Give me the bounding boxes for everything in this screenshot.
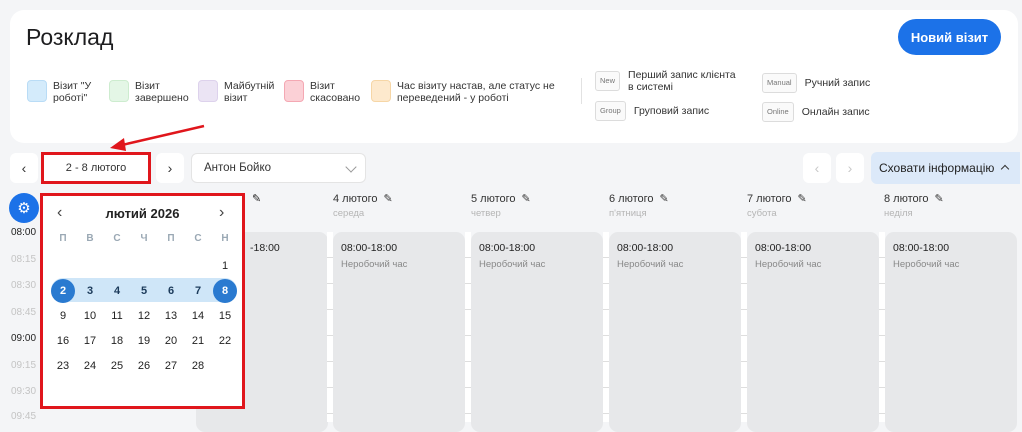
day-header-wed: 4 лютого ✎ середа bbox=[333, 193, 393, 219]
calendar-day[interactable]: 22 bbox=[212, 330, 238, 352]
legend-swatch bbox=[109, 80, 129, 102]
chevron-up-icon bbox=[1000, 164, 1010, 174]
calendar-day[interactable]: 6 bbox=[158, 280, 184, 302]
tag-online: Online Онлайн запис bbox=[762, 102, 870, 122]
calendar-day[interactable]: 10 bbox=[77, 305, 103, 327]
calendar-day[interactable]: 20 bbox=[158, 330, 184, 352]
weekday-label: П bbox=[167, 233, 175, 244]
chevron-left-icon: ‹ bbox=[21, 160, 27, 176]
time-label: 09:15 bbox=[11, 360, 37, 371]
legend-swatch bbox=[284, 80, 304, 102]
pencil-icon[interactable]: ✎ bbox=[522, 193, 531, 205]
calendar-day[interactable]: 13 bbox=[158, 305, 184, 327]
pencil-icon[interactable]: ✎ bbox=[660, 193, 669, 205]
calendar-day[interactable]: 9 bbox=[50, 305, 76, 327]
day-header-fri: 6 лютого ✎ п'ятниця bbox=[609, 193, 669, 219]
day-header-sun: 8 лютого ✎ неділя bbox=[884, 193, 944, 219]
legend-cancelled: Візит скасовано bbox=[284, 80, 366, 104]
chevron-down-icon bbox=[345, 161, 357, 173]
tag-group: Group Груповий запис bbox=[595, 101, 709, 121]
calendar-day[interactable]: 18 bbox=[104, 330, 130, 352]
calendar-day[interactable]: 7 bbox=[185, 280, 211, 302]
day-column-sat[interactable]: 08:00-18:00 Неробочий час bbox=[747, 232, 879, 432]
legend-overdue: Час візиту настав, але статус не перевед… bbox=[371, 80, 557, 104]
next-week-button[interactable]: › bbox=[156, 153, 184, 183]
date-range-picker[interactable]: 2 - 8 лютого bbox=[41, 152, 151, 184]
calendar-day[interactable]: 3 bbox=[77, 280, 103, 302]
legend-completed: Візит завершено bbox=[109, 80, 195, 104]
day-column-thu[interactable]: 08:00-18:00 Неробочий час bbox=[471, 232, 603, 432]
calendar-day[interactable]: 25 bbox=[104, 355, 130, 377]
legend-future: Майбутній візит bbox=[198, 80, 280, 104]
pencil-icon[interactable]: ✎ bbox=[935, 193, 944, 205]
time-label: 08:15 bbox=[11, 254, 37, 265]
calendar-day[interactable]: 16 bbox=[50, 330, 76, 352]
calendar-popover: ‹ лютий 2026 › П В С Ч П С Н 1 2 3 4 5 6 7 8 9 10… bbox=[40, 193, 245, 409]
legend-swatch bbox=[198, 80, 218, 102]
day-header-thu: 5 лютого ✎ четвер bbox=[471, 193, 531, 219]
annotation-arrow-icon bbox=[110, 124, 205, 151]
weekday-label: Ч bbox=[140, 233, 148, 244]
legend-in-progress: Візит "У роботі" bbox=[27, 80, 103, 104]
calendar-day[interactable]: 24 bbox=[77, 355, 103, 377]
prev-week-button[interactable]: ‹ bbox=[10, 153, 38, 183]
chevron-right-icon: › bbox=[847, 160, 853, 176]
legend-divider bbox=[581, 78, 582, 104]
legend-swatch bbox=[27, 80, 47, 102]
tag-new: New Перший запис клієнта в системі bbox=[595, 69, 743, 93]
calendar-day[interactable]: 27 bbox=[158, 355, 184, 377]
hide-info-button[interactable]: Сховати інформацію bbox=[871, 152, 1020, 184]
time-label: 08:45 bbox=[11, 307, 37, 318]
time-label: 09:00 bbox=[11, 333, 37, 344]
calendar-day[interactable]: 23 bbox=[50, 355, 76, 377]
calendar-day[interactable]: 21 bbox=[185, 330, 211, 352]
chevron-left-icon: ‹ bbox=[814, 160, 820, 176]
weekday-label: С bbox=[113, 233, 121, 244]
calendar-day[interactable]: 5 bbox=[131, 280, 157, 302]
time-label: 09:45 bbox=[11, 411, 37, 422]
calendar-month-title: лютий 2026 bbox=[105, 206, 180, 221]
calendar-day[interactable]: 8 bbox=[213, 279, 237, 303]
calendar-day[interactable]: 19 bbox=[131, 330, 157, 352]
calendar-day[interactable]: 2 bbox=[51, 279, 75, 303]
chevron-right-icon: › bbox=[167, 160, 173, 176]
calendar-day[interactable]: 12 bbox=[131, 305, 157, 327]
calendar-day[interactable]: 28 bbox=[185, 355, 211, 377]
day-header-sat: 7 лютого ✎ субота bbox=[747, 193, 807, 219]
calendar-day[interactable]: 4 bbox=[104, 280, 130, 302]
legend-swatch bbox=[371, 80, 391, 102]
day-column-fri[interactable]: 08:00-18:00 Неробочий час bbox=[609, 232, 741, 432]
doctor-select-value: Антон Бойко bbox=[204, 162, 272, 174]
page-title: Розклад bbox=[26, 24, 114, 50]
scroll-left-button[interactable]: ‹ bbox=[803, 153, 831, 183]
weekday-label: П bbox=[59, 233, 67, 244]
time-label: 09:30 bbox=[11, 386, 37, 397]
calendar-day[interactable]: 14 bbox=[185, 305, 211, 327]
settings-gear-icon[interactable]: ⚙ bbox=[9, 193, 39, 223]
weekday-label: В bbox=[86, 233, 94, 244]
weekday-label: С bbox=[194, 233, 202, 244]
tag-manual: Manual Ручний запис bbox=[762, 73, 870, 93]
calendar-day[interactable]: 17 bbox=[77, 330, 103, 352]
time-label: 08:00 bbox=[11, 227, 37, 238]
day-column-sun[interactable]: 08:00-18:00 Неробочий час bbox=[885, 232, 1017, 432]
doctor-select[interactable]: Антон Бойко bbox=[191, 153, 366, 183]
pencil-icon[interactable]: ✎ bbox=[384, 193, 393, 205]
time-label: 08:30 bbox=[11, 280, 37, 291]
calendar-next-month-icon[interactable]: › bbox=[219, 204, 224, 222]
calendar-day[interactable]: 15 bbox=[212, 305, 238, 327]
pencil-icon[interactable]: ✎ bbox=[252, 192, 261, 205]
weekday-label: Н bbox=[221, 233, 229, 244]
day-column-wed[interactable]: 08:00-18:00 Неробочий час bbox=[333, 232, 465, 432]
new-visit-button[interactable]: Новий візит bbox=[898, 19, 1001, 55]
scroll-right-button[interactable]: › bbox=[836, 153, 864, 183]
pencil-icon[interactable]: ✎ bbox=[798, 193, 807, 205]
calendar-day[interactable]: 1 bbox=[212, 255, 238, 277]
calendar-day[interactable]: 11 bbox=[104, 305, 130, 327]
calendar-day[interactable]: 26 bbox=[131, 355, 157, 377]
